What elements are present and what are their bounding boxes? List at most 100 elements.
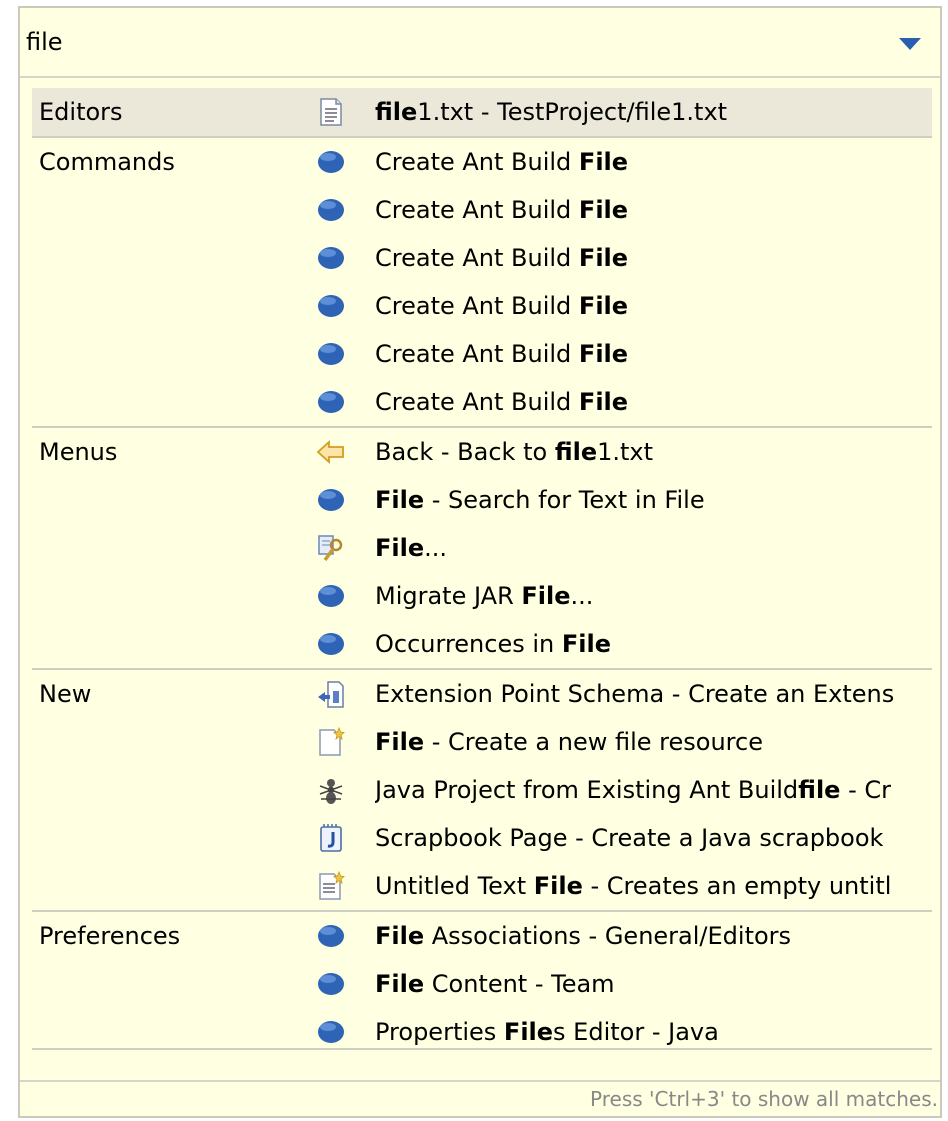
match-highlight: File [375, 486, 425, 514]
blue-dot-icon [318, 247, 344, 269]
match-highlight: File [375, 534, 425, 562]
label-text: Associations - General/Editors [424, 922, 792, 950]
results-list: Editors file1.txt - TestProject/file1.txt… [32, 88, 932, 1056]
result-row[interactable]: Create Ant Build File [32, 378, 932, 426]
match-highlight: File [578, 340, 629, 368]
match-highlight: File [578, 244, 629, 272]
blue-dot-icon [318, 973, 344, 995]
show-all-matches-hint: Press 'Ctrl+3' to show all matches. [590, 1087, 938, 1111]
result-row[interactable]: Java Project from Existing Ant Buildfile… [32, 766, 932, 814]
result-row[interactable]: File... [32, 524, 932, 572]
result-label: Migrate JAR File... [375, 572, 932, 620]
result-row[interactable]: Create Ant Build File [32, 330, 932, 378]
result-row[interactable]: New Extension Point Schema - Create an Ex… [32, 668, 932, 718]
extension-point-icon [318, 681, 344, 708]
label-text: - Search for Text in File [424, 486, 705, 514]
category-label: Menus [39, 438, 118, 466]
label-text: Extension Point Schema - Create an Exten… [375, 680, 895, 708]
label-text: Create Ant Build [375, 148, 579, 176]
result-label: Java Project from Existing Ant Buildfile… [375, 766, 932, 814]
new-file-icon [319, 727, 345, 756]
match-highlight: File [578, 292, 629, 320]
category-label: New [39, 680, 92, 708]
result-row[interactable]: Untitled Text File - Creates an empty un… [32, 862, 932, 910]
result-label: file1.txt - TestProject/file1.txt [375, 88, 932, 136]
result-row[interactable]: File Content - Team [32, 960, 932, 1008]
label-text: Create Ant Build [375, 244, 579, 272]
back-arrow-icon [316, 439, 344, 465]
result-row[interactable]: File - Create a new file resource [32, 718, 932, 766]
label-text: ... [424, 534, 448, 562]
match-highlight: file [375, 98, 418, 126]
result-label: File - Search for Text in File [375, 476, 932, 524]
match-highlight: File [578, 388, 629, 416]
result-label: Create Ant Build File [375, 330, 932, 378]
label-text: Untitled Text [375, 872, 534, 900]
label-text: Scrapbook Page - Create a Java scrapbook [375, 824, 884, 852]
blue-dot-icon [318, 925, 344, 947]
label-text: - Creates an empty untitl [582, 872, 892, 900]
label-text: Create Ant Build [375, 292, 579, 320]
label-text: Content - Team [424, 970, 615, 998]
result-row[interactable]: Create Ant Build File [32, 234, 932, 282]
result-label: Create Ant Build File [375, 282, 932, 330]
result-label: Scrapbook Page - Create a Java scrapbook [375, 814, 932, 862]
result-row[interactable]: Create Ant Build File [32, 282, 932, 330]
category-label: Commands [39, 148, 175, 176]
filter-bar [20, 8, 940, 78]
match-highlight: File [375, 728, 425, 756]
category-label: Editors [39, 98, 123, 126]
result-row[interactable]: Scrapbook Page - Create a Java scrapbook [32, 814, 932, 862]
label-text: 1.txt [597, 438, 654, 466]
result-row[interactable]: Menus Back - Back to file1.txt [32, 426, 932, 476]
results-end-divider [32, 1048, 932, 1050]
label-text: Properties [375, 1018, 504, 1046]
match-highlight: File [578, 196, 629, 224]
file-search-icon [318, 535, 343, 562]
match-highlight: File [578, 148, 629, 176]
result-label: Extension Point Schema - Create an Exten… [375, 670, 932, 718]
match-highlight: File [533, 872, 583, 900]
result-row[interactable]: File - Search for Text in File [32, 476, 932, 524]
result-row[interactable]: Create Ant Build File [32, 186, 932, 234]
label-text: Java Project from Existing Ant Build [375, 776, 799, 804]
match-highlight: file [554, 438, 598, 466]
view-menu-arrow-icon[interactable] [896, 32, 924, 56]
match-highlight: File [375, 922, 425, 950]
match-highlight: File [561, 630, 611, 658]
result-row[interactable]: Occurrences in File [32, 620, 932, 668]
java-scrapbook-icon [320, 824, 342, 852]
blue-dot-icon [318, 1021, 344, 1043]
label-text: Migrate JAR [375, 582, 522, 610]
label-text: Back - Back to [375, 438, 555, 466]
filter-input[interactable] [26, 24, 866, 60]
result-label: File Content - Team [375, 960, 932, 1008]
result-label: Create Ant Build File [375, 234, 932, 282]
match-highlight: File [521, 582, 571, 610]
result-label: Untitled Text File - Creates an empty un… [375, 862, 932, 910]
blue-dot-icon [318, 199, 344, 221]
match-highlight: File [503, 1018, 554, 1046]
result-label: File - Create a new file resource [375, 718, 932, 766]
label-text: Create Ant Build [375, 340, 579, 368]
result-label: Occurrences in File [375, 620, 932, 668]
result-row[interactable]: Preferences File Associations - General/E… [32, 910, 932, 960]
result-label: File... [375, 524, 932, 572]
untitled-text-file-icon [319, 871, 345, 900]
category-label: Preferences [39, 922, 181, 950]
blue-dot-icon [318, 151, 344, 173]
result-row[interactable]: Migrate JAR File... [32, 572, 932, 620]
text-file-icon [320, 98, 342, 126]
result-label: Create Ant Build File [375, 378, 932, 426]
result-row[interactable]: Commands Create Ant Build File [32, 136, 932, 186]
label-text: Occurrences in [375, 630, 562, 658]
blue-dot-icon [318, 633, 344, 655]
blue-dot-icon [318, 295, 344, 317]
label-text: s Editor - Java [553, 1018, 719, 1046]
match-highlight: File [375, 970, 425, 998]
result-label: Create Ant Build File [375, 138, 932, 186]
match-highlight: file [798, 776, 841, 804]
result-row[interactable]: Editors file1.txt - TestProject/file1.txt [32, 88, 932, 136]
label-text: Create Ant Build [375, 388, 579, 416]
blue-dot-icon [318, 343, 344, 365]
